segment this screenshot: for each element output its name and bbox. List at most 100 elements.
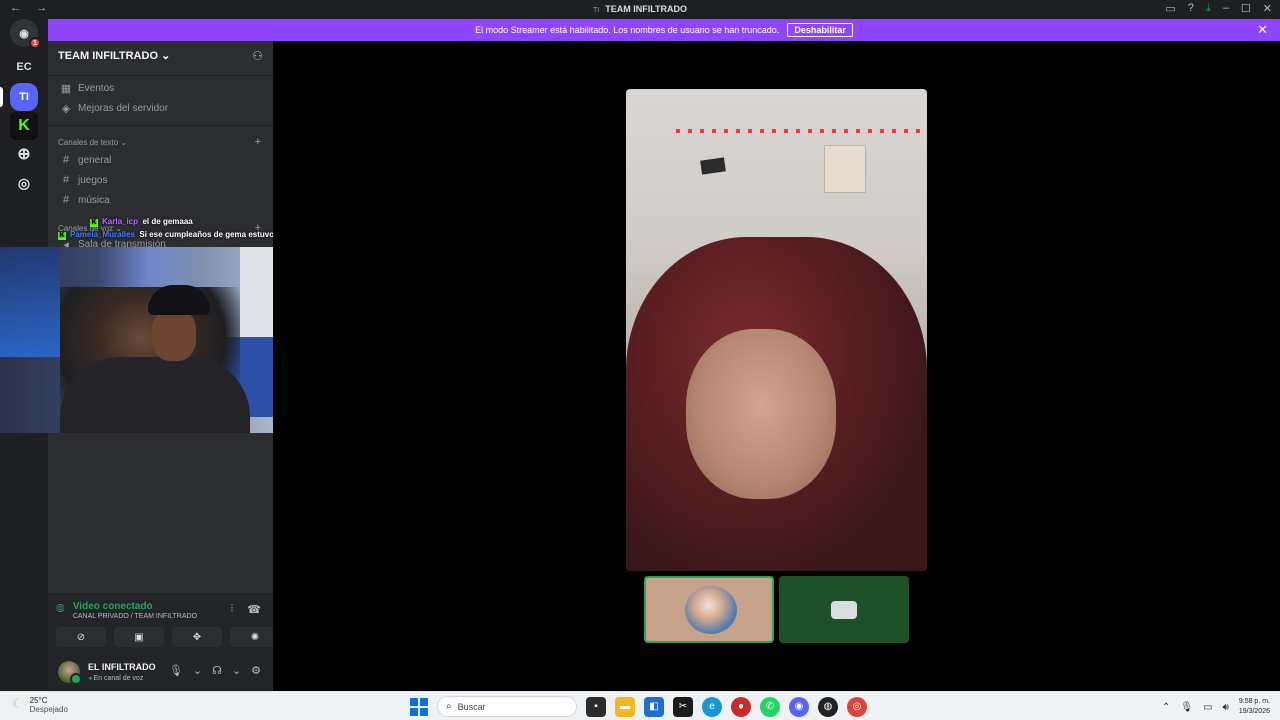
avatar[interactable] [58, 661, 82, 685]
microphone-icon[interactable]: 🎙︎ [169, 664, 183, 677]
sidebar-item-boosts[interactable]: ◈ Mejoras del servidor [60, 102, 168, 115]
streamer-mode-banner: El modo Streamer está habilitado. Los no… [48, 19, 1280, 41]
file-explorer-icon[interactable]: ▬ [615, 696, 635, 717]
chevron-up-icon[interactable]: ⌃ [1162, 702, 1170, 713]
discord-taskbar-icon[interactable]: ◉ [789, 696, 809, 717]
streamer-hoodie [60, 357, 250, 433]
noise-suppression-icon[interactable]: ⫶ [231, 603, 234, 616]
close-window-icon[interactable]: ✕ [1263, 2, 1272, 15]
microsoft-store-icon[interactable]: ◧ [644, 696, 664, 717]
sidebar-item-label: Eventos [78, 83, 115, 94]
chevron-down-icon[interactable]: ⌄ [193, 664, 202, 677]
category-label: Canales de texto [58, 138, 119, 147]
kick-logo-icon: K [18, 117, 30, 134]
channel-musica[interactable]: # música [60, 194, 110, 206]
user-panel: EL INFILTRADO ◂ En canal de voz 🎙︎ ⌄ ☊ ⌄ … [48, 655, 273, 691]
network-icon[interactable]: ▭ [1203, 702, 1212, 713]
camera-off-button[interactable]: ⊘ [56, 627, 106, 647]
user-controls: 🎙︎ ⌄ ☊ ⌄ ⚙ [169, 664, 261, 677]
volume-icon[interactable]: 🔊︎ [1223, 702, 1229, 713]
weather-condition: Despejado [29, 705, 68, 714]
add-server-button[interactable]: ⊕ [10, 140, 38, 168]
participant-tile-camera[interactable]: cam [779, 576, 909, 643]
capcut-icon[interactable]: ✂ [673, 696, 693, 717]
minimize-icon[interactable]: – [1223, 2, 1229, 15]
voice-buttons: ⊘ ▣ ✥ ✺ [56, 627, 280, 647]
voice-actions: ⫶ ☎ [231, 603, 261, 616]
disconnect-icon[interactable]: ☎ [247, 603, 261, 616]
hashtag-icon: # [62, 174, 70, 186]
activities-button[interactable]: ✥ [172, 627, 222, 647]
participant-face [686, 329, 836, 499]
screen-share-button[interactable]: ▣ [114, 627, 164, 647]
sidebar-item-label: Mejoras del servidor [78, 103, 169, 114]
taskbar-search-input[interactable]: ⌕ Buscar [437, 696, 577, 717]
screen-share-icon: ▣ [134, 631, 144, 643]
task-view-icon[interactable]: ▪ [586, 696, 606, 717]
voice-status[interactable]: ⦾ Video conectado CANAL PRIVADO / TEAM I… [56, 601, 197, 620]
edge-icon[interactable]: e [702, 696, 722, 717]
invite-people-icon[interactable]: ⚇ [252, 49, 263, 63]
hashtag-icon: # [62, 154, 70, 166]
voice-channel-path: CANAL PRIVADO / TEAM INFILTRADO [72, 613, 198, 620]
whatsapp-icon[interactable]: ✆ [760, 696, 780, 717]
participant-avatar [685, 586, 737, 634]
close-banner-icon[interactable]: ✕ [1257, 22, 1268, 38]
window-title: TI TEAM INFILTRADO [0, 4, 1280, 14]
clock-date: 19/3/2026 [1238, 708, 1270, 715]
temperature: 25°C [29, 696, 48, 705]
string-lights [676, 129, 927, 133]
channel-juegos[interactable]: # juegos [60, 174, 108, 186]
selected-guild-pill [0, 87, 3, 107]
disable-streamer-button[interactable]: Deshabilitar [787, 23, 853, 37]
chevron-down-icon[interactable]: ⌄ [232, 664, 241, 677]
calendar-icon: ▦ [60, 83, 72, 95]
hashtag-icon: # [62, 194, 70, 206]
clock[interactable]: 9:58 p. m. 19/3/2026 [1239, 697, 1270, 717]
guild-kick[interactable]: K [10, 112, 38, 140]
opera-gx-icon[interactable]: ● [731, 696, 751, 717]
title-bar: ← → TI TEAM INFILTRADO ▭ ? ⤓ – ☐ ✕ [0, 0, 1280, 19]
headphones-icon[interactable]: ☊ [212, 664, 222, 677]
guild-team-infiltrado[interactable]: TI [10, 83, 38, 111]
obs-icon[interactable]: ◍ [818, 696, 838, 717]
chevron-down-icon: ⌄ [161, 50, 171, 62]
username: EL INFILTRADO [88, 662, 156, 672]
server-name-header[interactable]: TEAM INFILTRADO ⌄ [58, 49, 170, 62]
inbox-icon[interactable]: ▭ [1165, 2, 1175, 15]
chrome-icon[interactable]: ◎ [847, 696, 867, 717]
discord-home-button[interactable]: ◉ 1 [10, 19, 41, 49]
taskbar-apps: ⌕ Buscar ▪ ▬ ◧ ✂ e ● ✆ ◉ ◍ ◎ [410, 696, 867, 717]
settings-gear-icon[interactable]: ⚙ [251, 664, 261, 677]
voice-status-label: Video conectado [72, 601, 153, 612]
chat-text: el de gemaaa [142, 217, 193, 226]
explore-servers-button[interactable]: ◎ [10, 169, 38, 197]
user-status-text: En canal de voz [93, 675, 144, 682]
stream-chat-overlay: K Karla_icp el de gemaaa K Pamela_Muralles… [58, 215, 300, 241]
sidebar-item-events[interactable]: ▦ Eventos [60, 82, 114, 95]
maximize-icon[interactable]: ☐ [1241, 2, 1251, 15]
participant-tile-avatar[interactable] [644, 576, 774, 643]
divider [48, 125, 273, 126]
boost-icon: ◈ [61, 103, 71, 115]
channel-label: juegos [78, 174, 108, 186]
video-stage: cam [273, 41, 1280, 691]
user-status: ◂ En canal de voz [88, 674, 143, 682]
main-video-tile[interactable] [626, 89, 927, 571]
create-text-channel-icon[interactable]: + [255, 136, 261, 148]
notification-badge: 1 [29, 37, 41, 49]
help-icon[interactable]: ? [1188, 2, 1194, 15]
divider [48, 75, 273, 76]
channel-label: general [78, 154, 112, 166]
chevron-down-icon: ⌄ [120, 138, 127, 147]
chat-username: Karla_icp [102, 217, 139, 226]
text-channels-category[interactable]: Canales de texto ⌄ [58, 138, 127, 147]
windows-start-icon[interactable] [410, 697, 428, 716]
weather-widget[interactable]: ☾ 25°C Despejado [12, 696, 68, 714]
guild-ec[interactable]: EC [10, 53, 38, 81]
microphone-tray-icon[interactable]: 🎙︎ [1180, 702, 1193, 713]
server-name: TEAM INFILTRADO [58, 50, 159, 62]
download-icon[interactable]: ⤓ [1206, 2, 1211, 15]
channel-general[interactable]: # general [60, 154, 111, 166]
kick-badge-icon: K [58, 232, 66, 240]
